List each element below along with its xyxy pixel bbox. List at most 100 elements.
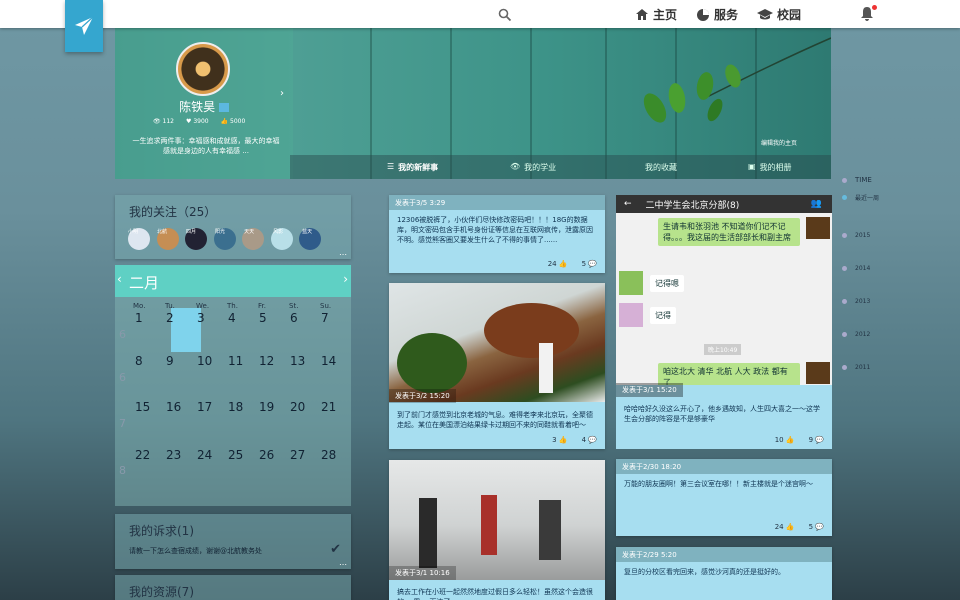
post-card[interactable]: 发表于2/29 5:20 复旦的分校区看完回来，感觉沙河真的还是挺好的。: [616, 547, 832, 600]
timeline-item[interactable]: 2013: [842, 298, 870, 305]
comment-button[interactable]: 9 💬: [809, 436, 824, 444]
calendar-day[interactable]: 4: [228, 311, 258, 325]
like-button[interactable]: 3 👍: [552, 436, 567, 444]
post-text: 哈哈哈好久没这么开心了，他乡遇故知，人生四大喜之一～这学生会分部的阵容是不是够豪…: [624, 405, 820, 423]
profile-tabs: ☰ 我的新鲜事 👁 我的学业 我的收藏 ▣ 我的相册: [290, 155, 831, 179]
calendar-day[interactable]: 15: [135, 400, 165, 414]
post-footer: 10 👍 9 💬: [775, 436, 824, 444]
post-card[interactable]: 发表于3/2 15:20 到了前门才感觉到北京老城的气息。难得老李来北京玩，全聚…: [389, 283, 605, 449]
group-icon[interactable]: 👥: [811, 199, 822, 209]
timeline: TIME 最近一周 2015 2014 2013 2012 2011: [842, 176, 922, 396]
post-card[interactable]: 发表于3/1 10:16 搞去工作在小班一起然然地度过假日多么轻松！虽然这个会造…: [389, 460, 605, 600]
avatar[interactable]: [176, 42, 230, 96]
calendar-day[interactable]: 6: [290, 311, 320, 325]
like-button[interactable]: 10 👍: [775, 436, 795, 444]
calendar-day[interactable]: 21: [321, 400, 351, 414]
edit-homepage-link[interactable]: 编辑我的主页: [761, 138, 797, 147]
post-footer: 3 👍 4 💬: [552, 436, 597, 444]
spoon-image: [539, 343, 553, 393]
post-card-body: 发表于3/1 15:20 哈哈哈好久没这么开心了，他乡遇故知，人生四大喜之一～这…: [616, 383, 832, 449]
calendar-day[interactable]: 27: [290, 448, 320, 462]
week-number: 7: [119, 417, 126, 430]
calendar-day[interactable]: 24: [197, 448, 227, 462]
calendar-day[interactable]: 19: [259, 400, 289, 414]
calendar-day[interactable]: 10: [197, 354, 227, 368]
calendar-day[interactable]: 7: [321, 311, 351, 325]
nav-campus-label: 校园: [777, 8, 802, 22]
bell-icon[interactable]: [860, 5, 877, 25]
post-time: 发表于3/5 3:29: [389, 195, 605, 210]
post-time: 发表于2/29 5:20: [616, 547, 832, 562]
services-icon: [697, 8, 709, 21]
calendar-day[interactable]: 18: [228, 400, 258, 414]
calendar-day[interactable]: 23: [166, 448, 196, 462]
nav-campus[interactable]: 校园: [757, 6, 801, 23]
calendar-day[interactable]: 12: [259, 354, 289, 368]
like-button[interactable]: 24 👍: [548, 260, 568, 268]
follow-panel: 我的关注（25） 小明 北航 四月 阳光 天天 风影 蓝天 ⋯: [115, 195, 351, 259]
chat-header: ← 二中学生会北京分部(8) 👥: [616, 195, 832, 213]
more-icon[interactable]: ⋯: [339, 250, 347, 259]
logo[interactable]: [65, 0, 103, 52]
nav-home[interactable]: 主页: [635, 6, 677, 23]
timeline-item[interactable]: 2012: [842, 331, 870, 338]
views-stat: 👁 112: [153, 118, 174, 125]
tab-news[interactable]: ☰ 我的新鲜事: [387, 162, 438, 173]
timeline-item[interactable]: 2015: [842, 232, 870, 239]
calendar-day[interactable]: 16: [166, 400, 196, 414]
verified-icon: [218, 103, 229, 112]
calendar-day[interactable]: 20: [290, 400, 320, 414]
calendar-day[interactable]: 13: [290, 354, 320, 368]
profile-banner: 陈铁昊 👁 112 ♥ 3900 👍 5000 一生追求两件事：幸福感和成就感，…: [115, 28, 831, 179]
calendar-day[interactable]: 26: [259, 448, 289, 462]
like-button[interactable]: 24 👍: [775, 523, 795, 531]
week-number: 6: [119, 328, 126, 341]
comment-button[interactable]: 5 💬: [582, 260, 597, 268]
chat-screenshot[interactable]: ← 二中学生会北京分部(8) 👥 生请韦和张羽池 不知道你们记不记得。。。我这届…: [616, 195, 832, 449]
post-text: 复旦的分校区看完回来，感觉沙河真的还是挺好的。: [624, 568, 785, 576]
weekday-label: Th.: [227, 302, 238, 310]
post-card[interactable]: 发表于3/5 3:29 12306被脱裤了，小伙伴们尽快修改密码吧！！！18G的…: [389, 195, 605, 273]
calendar-day[interactable]: 28: [321, 448, 351, 462]
chevron-right-icon[interactable]: ›: [280, 88, 284, 99]
comment-button[interactable]: 4 💬: [582, 436, 597, 444]
chevron-left-icon[interactable]: ‹: [117, 272, 122, 286]
weekday-label: Tu.: [165, 302, 175, 310]
calendar-day[interactable]: 9: [166, 354, 196, 368]
post-text: 12306被脱裤了，小伙伴们尽快修改密码吧！！！18G的数据库，明文密码包含手机…: [397, 216, 593, 244]
tab-album[interactable]: ▣ 我的相册: [748, 162, 792, 173]
calendar-day[interactable]: 3: [197, 311, 227, 325]
profile-card: 陈铁昊 👁 112 ♥ 3900 👍 5000 一生追求两件事：幸福感和成就感，…: [115, 28, 293, 179]
calendar-day[interactable]: 25: [228, 448, 258, 462]
post-time: 发表于3/1 10:16: [389, 566, 456, 580]
likes-stat: ♥ 3900: [186, 118, 209, 125]
week-number: 8: [119, 464, 126, 477]
calendar-day[interactable]: 2: [166, 311, 196, 325]
office-photo[interactable]: [389, 460, 605, 580]
back-arrow-icon[interactable]: ←: [624, 199, 632, 209]
tab-favorites[interactable]: 我的收藏: [645, 162, 677, 173]
calendar: ‹ 二月 › Mo. Tu. We. Th. Fr. St. Su. 6 6 7…: [115, 265, 351, 506]
calendar-day[interactable]: 11: [228, 354, 258, 368]
food-photo[interactable]: [389, 283, 605, 402]
resources-panel: 我的资源(7): [115, 575, 351, 600]
tab-studies[interactable]: 👁 我的学业: [510, 162, 556, 173]
calendar-day[interactable]: 17: [197, 400, 227, 414]
timeline-item[interactable]: 2011: [842, 364, 870, 371]
post-card[interactable]: 发表于2/30 18:20 万能的朋友圈啊！第三会议室在哪！！新主楼就是个迷宫啊…: [616, 459, 832, 536]
nav-services[interactable]: 服务: [696, 6, 738, 23]
duck-image: [484, 303, 579, 358]
calendar-day[interactable]: 14: [321, 354, 351, 368]
calendar-day[interactable]: 5: [259, 311, 289, 325]
calendar-day[interactable]: 22: [135, 448, 165, 462]
more-icon[interactable]: ⋯: [339, 560, 347, 569]
comment-button[interactable]: 5 💬: [809, 523, 824, 531]
follow-names: 小明 北航 四月 阳光 天天 风影 蓝天: [128, 229, 313, 235]
calendar-day[interactable]: 1: [135, 311, 165, 325]
calendar-day[interactable]: 8: [135, 354, 165, 368]
chevron-right-icon[interactable]: ›: [343, 272, 348, 286]
check-icon[interactable]: ✔: [330, 542, 341, 557]
timeline-item[interactable]: 2014: [842, 265, 870, 272]
search-icon[interactable]: [498, 7, 512, 26]
timeline-item[interactable]: 最近一周: [842, 193, 879, 202]
